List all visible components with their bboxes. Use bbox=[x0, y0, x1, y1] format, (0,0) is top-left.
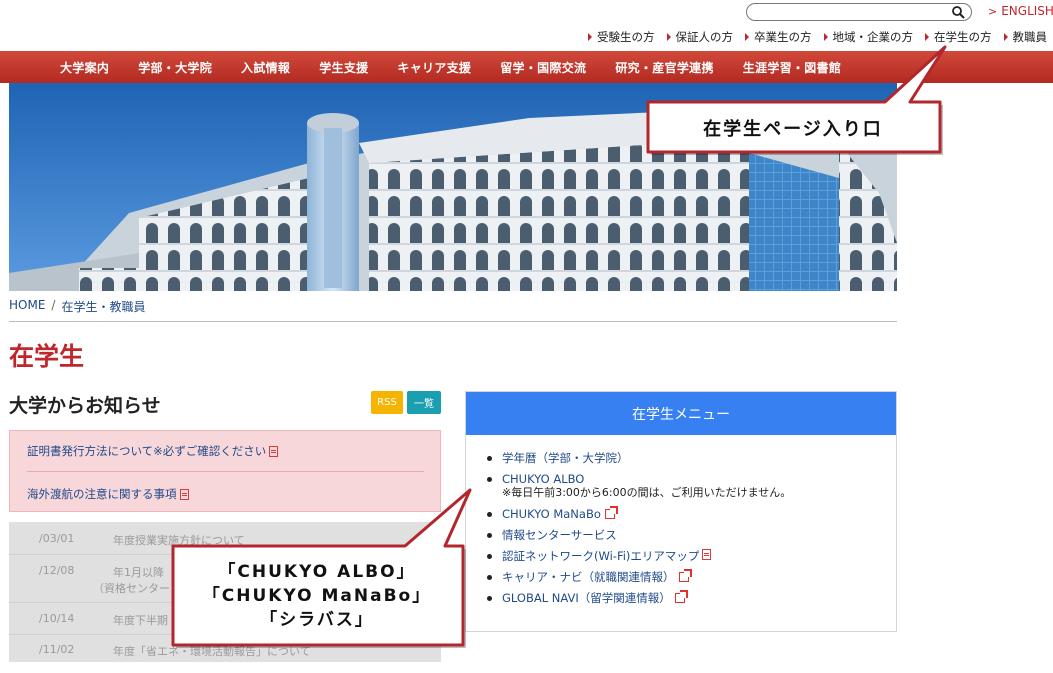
news-title: 年度「省エネ・環境活動報告」について bbox=[113, 645, 311, 658]
news-heading: 大学からお知らせ bbox=[9, 395, 161, 417]
nav-item-research[interactable]: 研究・産官学連携 bbox=[615, 59, 713, 76]
news-date: /03/01 bbox=[39, 532, 75, 545]
chevron-right-icon: > bbox=[988, 5, 998, 18]
pdf-icon bbox=[179, 488, 189, 500]
student-menu-list: 学年暦（学部・大学院） CHUKYO ALBO ※毎日午前3:00から6:00の間… bbox=[487, 451, 791, 612]
audience-link-applicants[interactable]: 受験生の方 bbox=[588, 29, 655, 45]
alert-link-overseas-travel[interactable]: 海外渡航の注意に関する事項 bbox=[27, 486, 189, 502]
external-link-icon bbox=[604, 506, 618, 519]
audience-label: 卒業生の方 bbox=[754, 30, 812, 44]
nav-item-international[interactable]: 留学・国際交流 bbox=[500, 59, 586, 76]
audience-label: 保証人の方 bbox=[675, 30, 734, 44]
menu-item-chukyo-manabo[interactable]: CHUKYO MaNaBo bbox=[487, 506, 791, 521]
news-list-button[interactable]: 一覧 bbox=[407, 391, 441, 414]
menu-item-wifi-map[interactable]: 認証ネットワーク(Wi-Fi)エリアマップ bbox=[487, 549, 791, 563]
menu-item-label: CHUKYO MaNaBo bbox=[502, 507, 601, 521]
divider bbox=[27, 471, 424, 472]
news-title: 年度授業実施方針について bbox=[113, 534, 245, 547]
callout-line: 「CHUKYO MaNaBo」 bbox=[202, 586, 432, 606]
alert-notices: 証明書発行方法について※必ずご確認ください 海外渡航の注意に関する事項 bbox=[9, 430, 441, 512]
external-link-icon bbox=[678, 569, 692, 582]
breadcrumb-current[interactable]: 在学生・教職員 bbox=[61, 298, 145, 315]
pdf-icon bbox=[269, 445, 279, 457]
callout-line: 「CHUKYO ALBO」 bbox=[218, 562, 416, 582]
breadcrumb: HOME / 在学生・教職員 bbox=[9, 298, 145, 315]
pdf-icon bbox=[702, 549, 712, 560]
news-title-line2: （資格センター bbox=[93, 582, 170, 595]
news-title: 年1月以降 bbox=[113, 566, 164, 579]
divider bbox=[9, 321, 897, 322]
audience-nav: 受験生の方 保証人の方 卒業生の方 地域・企業の方 在学生の方 教職員 bbox=[588, 29, 1047, 45]
alert-link-certificate[interactable]: 証明書発行方法について※必ずご確認ください bbox=[27, 443, 279, 459]
triangle-right-icon bbox=[925, 33, 929, 41]
menu-item-label: CHUKYO ALBO bbox=[502, 472, 585, 486]
news-date: /11/02 bbox=[39, 643, 75, 656]
audience-link-students[interactable]: 在学生の方 bbox=[925, 29, 992, 45]
news-date: /10/14 bbox=[39, 612, 75, 625]
external-link-icon bbox=[674, 590, 688, 603]
nav-item-career[interactable]: キャリア支援 bbox=[397, 59, 471, 76]
nav-item-student-support[interactable]: 学生支援 bbox=[319, 59, 368, 76]
triangle-right-icon bbox=[1003, 33, 1008, 41]
triangle-right-icon bbox=[666, 33, 671, 41]
audience-label: 受験生の方 bbox=[597, 30, 655, 44]
alert-label: 海外渡航の注意に関する事項 bbox=[27, 487, 177, 501]
audience-link-alumni[interactable]: 卒業生の方 bbox=[745, 29, 812, 45]
utility-bar: > ENGLISH 受験生の方 保証人の方 卒業生の方 地域・企業の方 在学生の方… bbox=[0, 0, 1053, 50]
breadcrumb-home[interactable]: HOME bbox=[9, 298, 45, 315]
audience-link-community[interactable]: 地域・企業の方 bbox=[823, 29, 914, 45]
news-date: /12/08 bbox=[39, 564, 75, 577]
menu-item-label: 認証ネットワーク(Wi-Fi)エリアマップ bbox=[502, 549, 700, 563]
news-title: 年度下半期 bbox=[113, 614, 168, 627]
student-menu: 在学生メニュー 学年暦（学部・大学院） CHUKYO ALBO ※毎日午前3:00… bbox=[465, 391, 897, 632]
callout-systems-text: 「CHUKYO ALBO」 「CHUKYO MaNaBo」 「シラバス」 bbox=[173, 549, 461, 643]
menu-item-label: 情報センターサービス bbox=[502, 528, 617, 542]
main-nav: 大学案内 学部・大学院 入試情報 学生支援 キャリア支援 留学・国際交流 研究・… bbox=[0, 51, 1053, 83]
nav-item-admissions[interactable]: 入試情報 bbox=[241, 59, 290, 76]
callout-line: 「シラバス」 bbox=[260, 610, 374, 630]
menu-item-label: キャリア・ナビ（就職関連情報） bbox=[502, 570, 675, 584]
menu-item-chukyo-albo[interactable]: CHUKYO ALBO ※毎日午前3:00から6:00の間は、ご利用いただけません… bbox=[487, 472, 791, 500]
alert-label: 証明書発行方法について※必ずご確認ください bbox=[27, 444, 267, 458]
menu-item-label: GLOBAL NAVI（留学関連情報） bbox=[502, 591, 671, 605]
student-menu-header: 在学生メニュー bbox=[466, 392, 896, 435]
menu-item-info-center[interactable]: 情報センターサービス bbox=[487, 528, 791, 542]
callout-entrance-text: 在学生ページ入り口 bbox=[703, 119, 883, 140]
rss-button[interactable]: RSS bbox=[371, 391, 403, 414]
english-link[interactable]: > ENGLISH bbox=[988, 4, 1053, 18]
menu-item-career-navi[interactable]: キャリア・ナビ（就職関連情報） bbox=[487, 569, 791, 584]
menu-item-global-navi[interactable]: GLOBAL NAVI（留学関連情報） bbox=[487, 590, 791, 605]
menu-item-label: 学年暦（学部・大学院） bbox=[502, 451, 629, 465]
page-title: 在学生 bbox=[9, 342, 85, 371]
nav-item-about[interactable]: 大学案内 bbox=[60, 59, 109, 76]
breadcrumb-separator: / bbox=[51, 298, 56, 312]
audience-link-staff[interactable]: 教職員 bbox=[1003, 29, 1048, 45]
menu-item-note: ※毎日午前3:00から6:00の間は、ご利用いただけません。 bbox=[502, 486, 792, 499]
search-icon[interactable] bbox=[951, 5, 965, 19]
audience-link-guardians[interactable]: 保証人の方 bbox=[666, 29, 734, 45]
audience-label: 地域・企業の方 bbox=[832, 30, 914, 44]
triangle-right-icon bbox=[745, 33, 749, 41]
menu-item-academic-calendar[interactable]: 学年暦（学部・大学院） bbox=[487, 451, 791, 465]
nav-item-library[interactable]: 生涯学習・図書館 bbox=[743, 59, 841, 76]
audience-label: 在学生の方 bbox=[934, 30, 992, 44]
english-label: ENGLISH bbox=[1001, 4, 1053, 18]
triangle-right-icon bbox=[823, 33, 828, 41]
nav-item-faculties[interactable]: 学部・大学院 bbox=[138, 59, 212, 76]
triangle-right-icon bbox=[588, 33, 592, 41]
search-input[interactable] bbox=[746, 3, 972, 21]
audience-label: 教職員 bbox=[1012, 30, 1048, 44]
